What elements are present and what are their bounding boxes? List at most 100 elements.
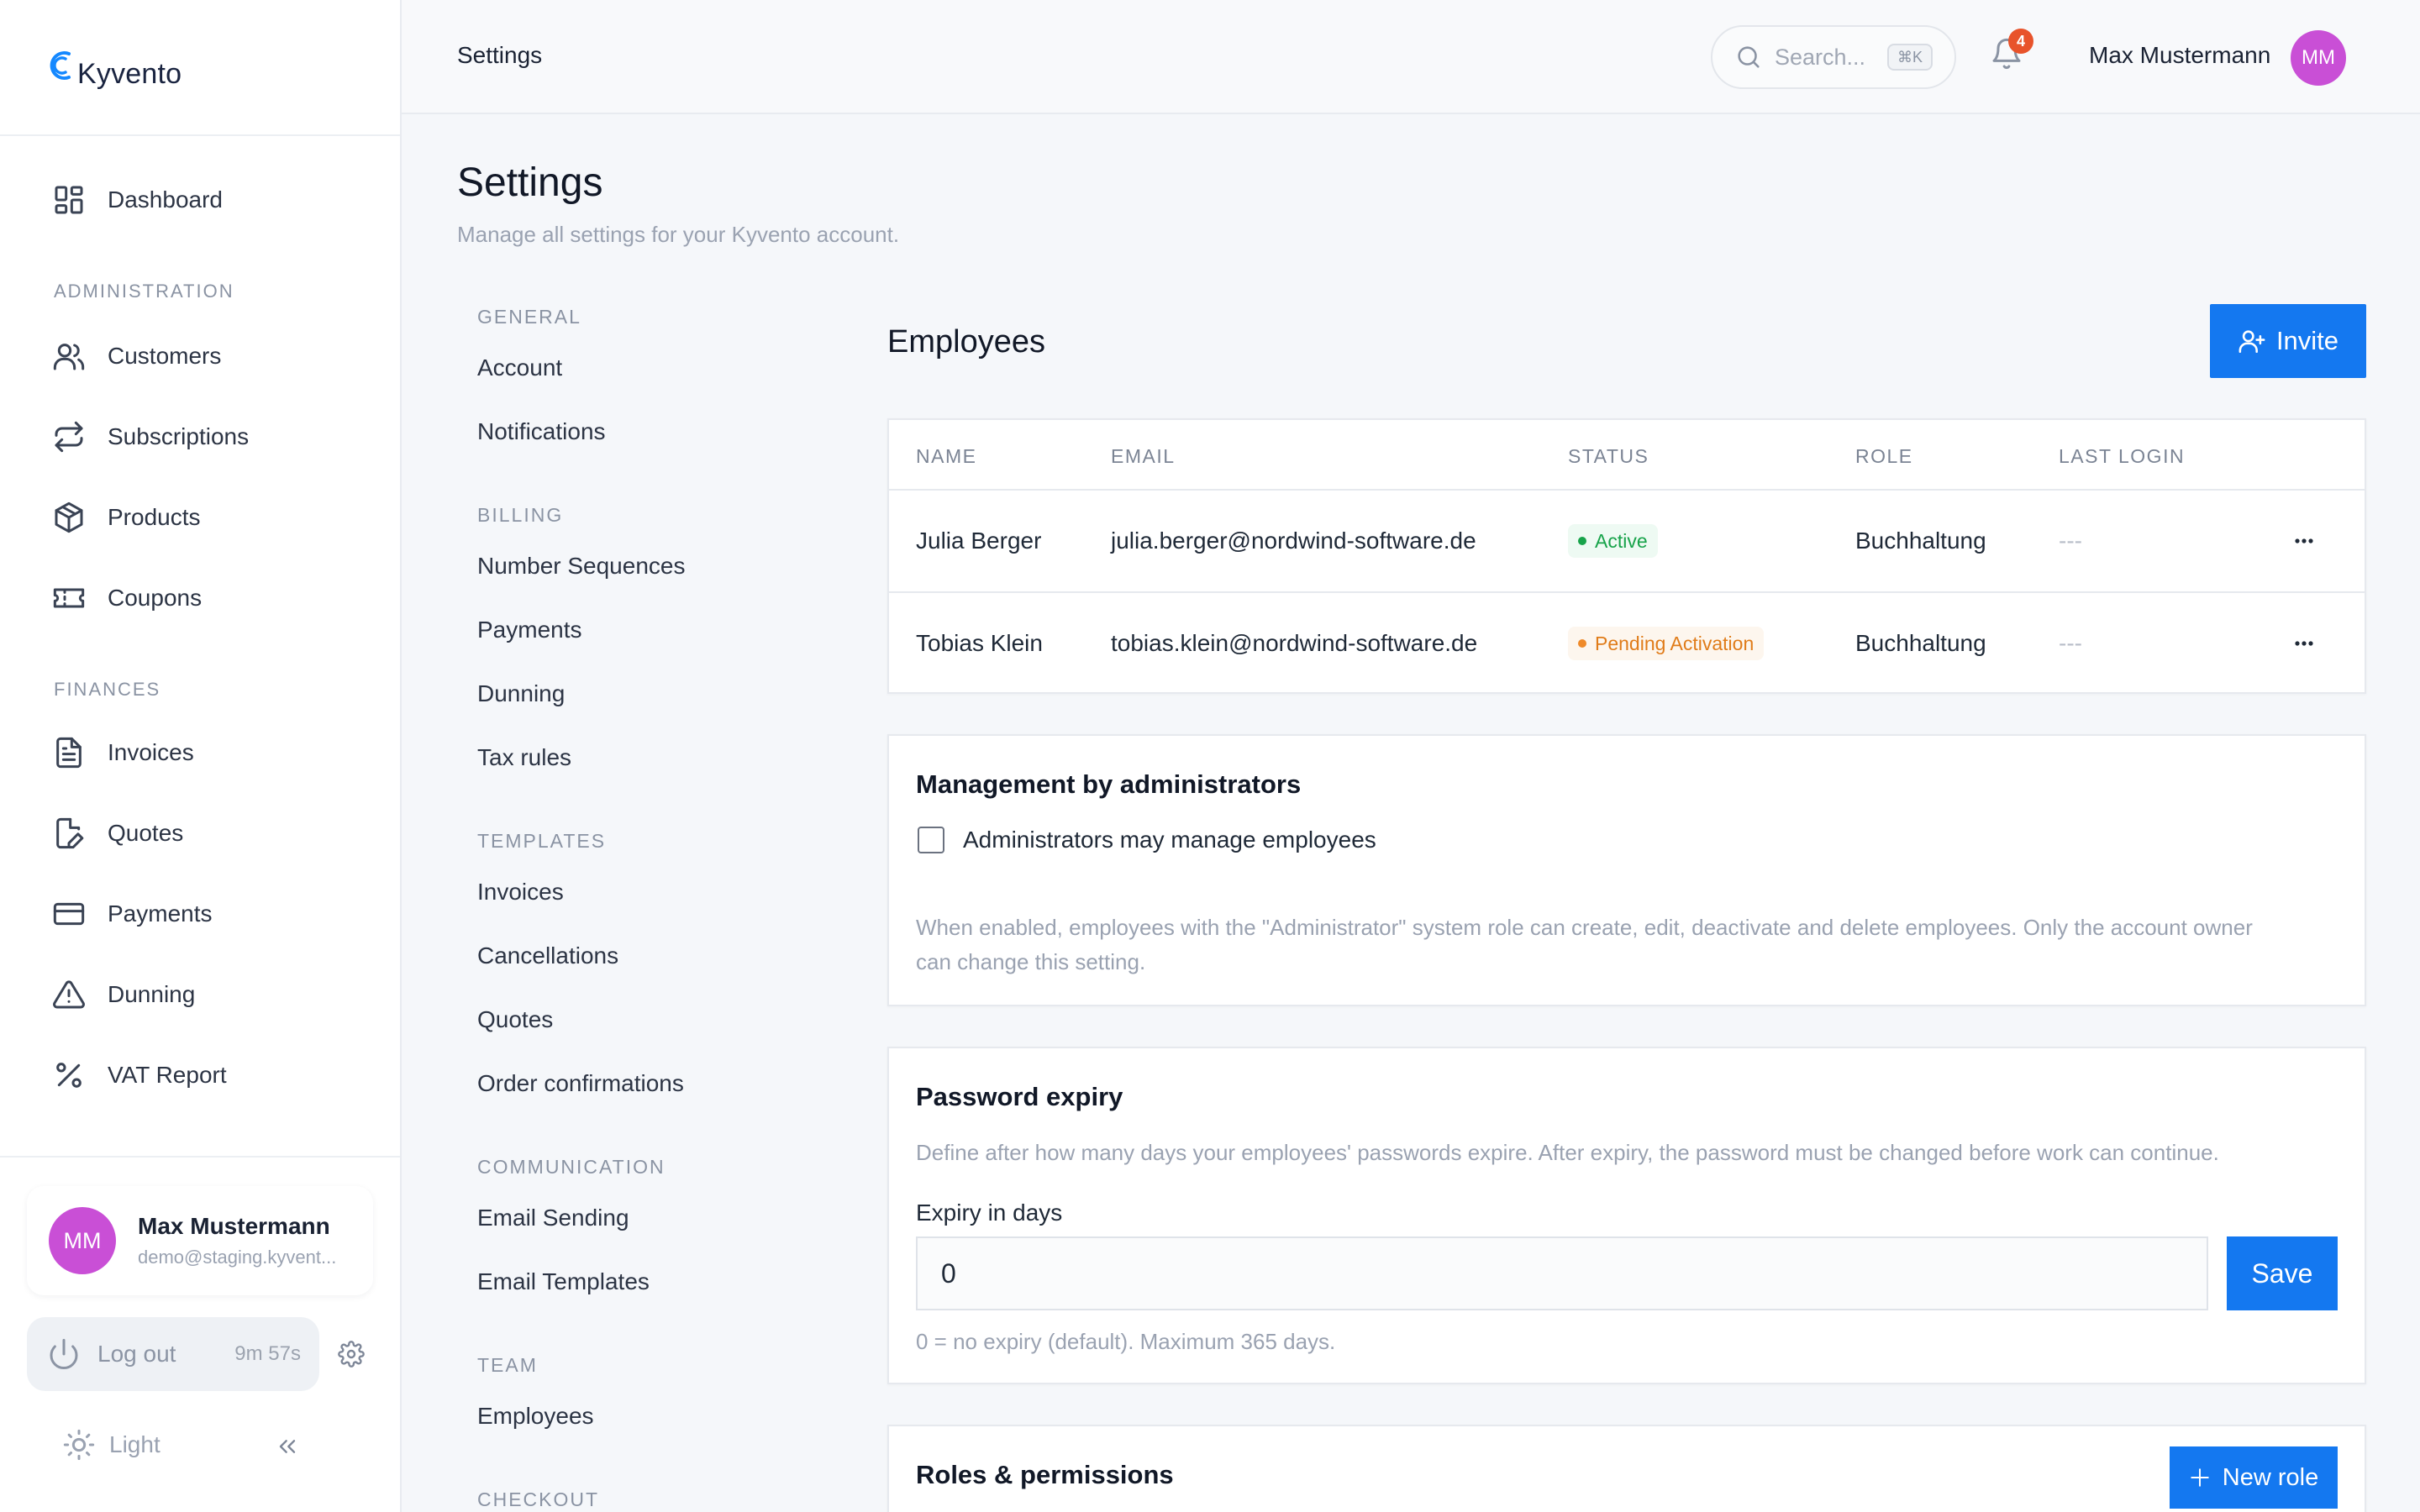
settings-item-dunning[interactable]: Dunning [477, 680, 565, 707]
column-header-name[interactable]: NAME [916, 445, 976, 468]
plus-icon [2191, 1468, 2209, 1487]
sidebar-item-label: Quotes [108, 820, 184, 846]
settings-section-title: GENERAL [477, 306, 581, 328]
settings-item-email-sending[interactable]: Email Sending [477, 1205, 629, 1231]
sidebar-item-dunning[interactable]: Dunning [52, 969, 195, 1020]
settings-section-title: TEMPLATES [477, 830, 607, 852]
more-horizontal-icon[interactable] [2287, 529, 2321, 553]
management-description-line: When enabled, employees with the "Admini… [916, 915, 2253, 940]
sidebar-item-subscriptions[interactable]: Subscriptions [52, 412, 249, 462]
employee-email: julia.berger@nordwind-software.de [1111, 528, 1476, 554]
new-role-label: New role [2222, 1463, 2319, 1491]
roles-title: Roles & permissions [916, 1460, 1174, 1489]
brand-logo[interactable]: Kyvento [44, 42, 182, 94]
sidebar-item-label: Dashboard [108, 186, 223, 213]
sidebar-item-label: Invoices [108, 739, 194, 765]
sidebar-item-label: Dunning [108, 981, 196, 1007]
expiry-days-input[interactable] [916, 1236, 2208, 1310]
invite-button[interactable]: Invite [2210, 304, 2366, 378]
sidebar-item-customers[interactable]: Customers [52, 331, 221, 381]
page-title: Settings [457, 160, 603, 205]
logout-button[interactable]: Log out 9m 57s [27, 1317, 319, 1391]
settings-item-invoice-templates[interactable]: Invoices [477, 879, 564, 906]
sidebar-item-quotes[interactable]: Quotes [52, 808, 183, 858]
theme-label: Light [109, 1431, 160, 1457]
percent-icon [56, 1063, 82, 1088]
status-badge: Pending Activation [1568, 627, 1765, 660]
more-horizontal-icon[interactable] [2287, 632, 2321, 655]
status-dot [1578, 639, 1586, 648]
settings-item-cancellations[interactable]: Cancellations [477, 942, 618, 969]
settings-item-payments[interactable]: Payments [477, 617, 582, 643]
profile-name: Max Mustermann [138, 1213, 330, 1239]
breadcrumb: Settings [457, 42, 543, 68]
settings-item-notifications[interactable]: Notifications [477, 418, 606, 445]
settings-item-order-confirmations[interactable]: Order confirmations [477, 1070, 684, 1097]
search-input[interactable]: Search... ⌘K [1711, 25, 1956, 89]
manage-employees-label[interactable]: Administrators may manage employees [963, 827, 1376, 853]
sidebar-item-coupons[interactable]: Coupons [52, 573, 202, 623]
settings-item-account[interactable]: Account [477, 354, 562, 381]
management-card: Management by administrators Administrat… [887, 734, 2366, 1006]
file-edit-icon [56, 817, 84, 849]
settings-item-employees[interactable]: Employees [477, 1403, 594, 1430]
profile-card[interactable]: MM Max Mustermann demo@staging.kyvent... [27, 1186, 373, 1295]
settings-section-title: TEAM [477, 1354, 538, 1376]
gear-icon[interactable] [338, 1341, 365, 1368]
management-description: When enabled, employees with the "Admini… [916, 911, 2253, 979]
manage-employees-checkbox[interactable] [918, 827, 944, 853]
column-header-status[interactable]: STATUS [1568, 445, 1649, 468]
settings-item-email-templates[interactable]: Email Templates [477, 1268, 650, 1295]
profile-info: Max Mustermann demo@staging.kyvent... [138, 1213, 336, 1268]
user-menu-name[interactable]: Max Mustermann [2089, 42, 2270, 69]
new-role-button[interactable]: New role [2170, 1446, 2338, 1509]
employees-title: Employees [887, 324, 1045, 360]
employee-last-login: --- [2059, 528, 2082, 554]
column-header-email[interactable]: EMAIL [1111, 445, 1176, 468]
settings-item-quote-templates[interactable]: Quotes [477, 1006, 553, 1033]
page-subtitle: Manage all settings for your Kyvento acc… [457, 222, 900, 247]
session-timer: 9m 57s [234, 1342, 301, 1365]
credit-card-icon [53, 902, 85, 926]
invite-label: Invite [2275, 326, 2339, 355]
power-icon [50, 1338, 78, 1370]
status-dot [1578, 537, 1586, 545]
employee-last-login: --- [2059, 630, 2082, 656]
divider [0, 134, 400, 136]
topbar: Settings Search... ⌘K 4 Max Mustermann M… [402, 0, 2420, 114]
search-icon [1738, 46, 1760, 68]
employee-email: tobias.klein@nordwind-software.de [1111, 630, 1478, 656]
sidebar-item-vat-report[interactable]: VAT Report [52, 1050, 227, 1100]
status-label: Active [1595, 529, 1648, 552]
ticket-icon [53, 588, 85, 608]
sidebar-item-dashboard[interactable]: Dashboard [52, 175, 223, 225]
employee-name: Tobias Klein [916, 630, 1043, 656]
repeat-icon [55, 421, 83, 453]
search-placeholder: Search... [1775, 44, 1866, 70]
settings-section-title: COMMUNICATION [477, 1156, 666, 1178]
column-header-role[interactable]: ROLE [1855, 445, 1913, 468]
chevrons-left-icon[interactable] [274, 1433, 301, 1460]
alert-triangle-icon [53, 980, 85, 1009]
users-icon [53, 344, 85, 370]
settings-item-number-sequences[interactable]: Number Sequences [477, 553, 685, 580]
table-row[interactable]: Julia Berger julia.berger@nordwind-softw… [889, 491, 2365, 593]
logo-mark-icon [50, 51, 71, 80]
save-button[interactable]: Save [2227, 1236, 2338, 1310]
settings-item-tax-rules[interactable]: Tax rules [477, 744, 571, 771]
settings-section-title: CHECKOUT [477, 1488, 600, 1510]
box-icon [55, 501, 83, 533]
notifications-button[interactable]: 4 [1990, 29, 2033, 77]
table-row[interactable]: Tobias Klein tobias.klein@nordwind-softw… [889, 593, 2365, 696]
theme-toggle[interactable]: Light [62, 1428, 160, 1462]
column-header-last-login[interactable]: LAST LOGIN [2059, 445, 2185, 468]
sidebar-item-invoices[interactable]: Invoices [52, 727, 194, 778]
sidebar-item-products[interactable]: Products [52, 492, 201, 543]
status-label: Pending Activation [1595, 632, 1754, 654]
sidebar-section-title: FINANCES [54, 679, 161, 700]
logout-label: Log out [97, 1341, 176, 1367]
avatar[interactable]: MM [2291, 30, 2346, 86]
password-expiry-title: Password expiry [916, 1082, 1123, 1111]
sidebar-item-payments[interactable]: Payments [52, 889, 213, 939]
management-description-line: can change this setting. [916, 949, 1146, 974]
